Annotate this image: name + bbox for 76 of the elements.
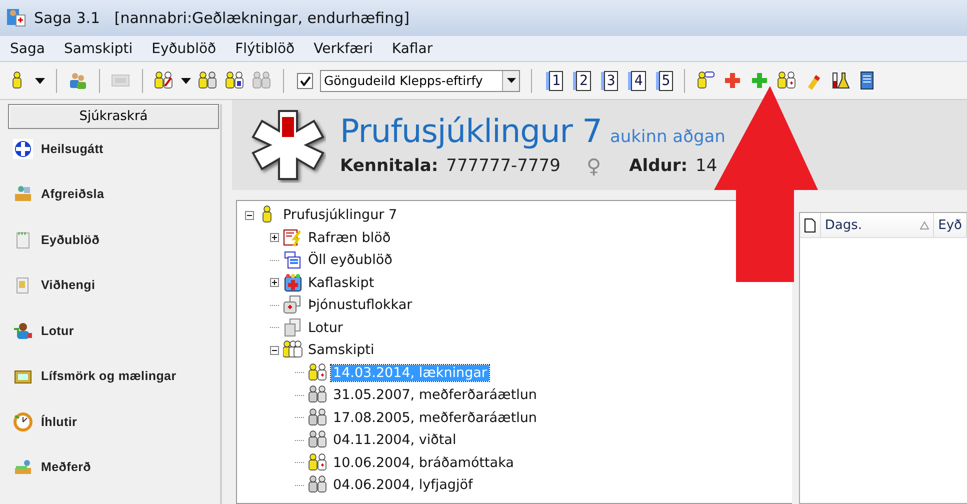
numbered-button[interactable]: 1: [549, 70, 564, 90]
group-icon: [283, 340, 303, 360]
menu-item[interactable]: Verkfæri: [308, 38, 379, 58]
lab-flask-icon[interactable]: [831, 70, 852, 90]
tree-item[interactable]: Rafræn blöð: [306, 230, 393, 246]
sidebar-item[interactable]: Viðhengi: [41, 278, 96, 292]
person-icon: [13, 320, 33, 341]
tree-item[interactable]: 31.05.2007, meðferðaráætlun: [331, 387, 539, 404]
access-level: aukinn aðgan: [610, 127, 726, 147]
group-icon[interactable]: [198, 70, 218, 90]
forms-icon: [283, 250, 303, 270]
id-number: 777777-7779: [446, 156, 560, 176]
tree-item[interactable]: 04.06.2004, lyfjagjöf: [331, 477, 475, 494]
sidebar-item[interactable]: Lotur: [41, 324, 74, 338]
sidebar-item[interactable]: Heilsugátt: [41, 142, 104, 156]
collapse-toggle[interactable]: [245, 210, 254, 220]
caret-icon[interactable]: [35, 78, 45, 84]
menu-item[interactable]: Kaflar: [386, 38, 439, 58]
window-title: Saga 3.1 [nannabri:Geðlækningar, endurhæfing]: [34, 9, 410, 27]
clock-icon: [13, 412, 33, 432]
section-header[interactable]: Sjúkraskrá: [8, 104, 219, 129]
person-chat-icon[interactable]: [696, 70, 716, 90]
health-portal-icon: [13, 138, 33, 159]
tree-item[interactable]: Prufusjúklingur 7: [281, 207, 400, 224]
id-label: Kennitala:: [340, 156, 438, 176]
group-icon: [308, 430, 328, 450]
sidebar-item[interactable]: Eyðublöð: [41, 232, 100, 247]
caret-icon[interactable]: [506, 78, 516, 83]
tree-item[interactable]: Þjónustuflokkar: [306, 297, 414, 314]
group-icon[interactable]: [225, 70, 245, 90]
app-icon: [5, 7, 27, 29]
numbered-button[interactable]: 5: [658, 70, 674, 90]
age-value: 14: [696, 156, 718, 176]
tree-item[interactable]: 17.08.2005, meðferðaráætlun: [331, 410, 539, 426]
sidebar-item[interactable]: Afgreiðsla: [41, 187, 104, 202]
checkbox[interactable]: [297, 72, 313, 88]
caret-icon[interactable]: [181, 78, 191, 84]
column-header[interactable]: Eyð: [934, 213, 967, 237]
sidebar-item[interactable]: Lífsmörk og mælingar: [41, 369, 176, 384]
menu-item[interactable]: Saga: [4, 38, 51, 58]
menu-item[interactable]: Eyðublöð: [146, 38, 222, 58]
department-dropdown[interactable]: Göngudeild Klepps-eftirfy: [320, 70, 520, 92]
group-icon: [308, 385, 328, 406]
documents-icon: [283, 318, 303, 338]
menu-item[interactable]: Samskipti: [58, 38, 139, 58]
age-label: Aldur:: [629, 156, 688, 176]
group-icon: [308, 408, 328, 428]
numbered-button[interactable]: 2: [576, 70, 591, 90]
tree-item[interactable]: Samskipti: [306, 342, 376, 358]
numbered-button[interactable]: 4: [631, 70, 646, 90]
tree-item[interactable]: 04.11.2004, viðtal: [331, 432, 458, 448]
column-header[interactable]: Dags.: [820, 213, 934, 237]
document-icon: [804, 218, 816, 232]
expand-toggle[interactable]: [270, 233, 279, 242]
tree-item[interactable]: Öll eyðublöð: [306, 252, 394, 268]
sidebar-item[interactable]: Íhlutir: [41, 414, 78, 429]
expand-toggle[interactable]: [270, 278, 279, 288]
group-icon[interactable]: [154, 70, 174, 90]
tree-item[interactable]: Kaflaskipt: [306, 274, 376, 291]
sidebar-item[interactable]: Meðferð: [41, 460, 92, 474]
tree-item[interactable]: 10.06.2004, bráðamóttaka: [331, 454, 516, 471]
collapse-toggle[interactable]: [270, 346, 279, 355]
group-icon: [308, 452, 328, 473]
group-icon[interactable]: [777, 70, 798, 90]
star-of-life-icon: [250, 107, 326, 183]
users-icon[interactable]: [68, 70, 88, 90]
menu-item[interactable]: Flýtiblöð: [229, 38, 301, 58]
medical-bag-icon: [283, 295, 303, 316]
group-icon: [308, 362, 328, 383]
patient-name: Prufusjúklingur 7: [340, 112, 602, 150]
female-symbol: ♀: [586, 154, 602, 178]
form-lightning-icon: [283, 228, 303, 248]
first-aid-kit-icon: [283, 272, 303, 293]
group-icon: [308, 475, 328, 496]
numbered-button[interactable]: 3: [604, 70, 618, 90]
tree-item[interactable]: Lotur: [306, 320, 345, 336]
